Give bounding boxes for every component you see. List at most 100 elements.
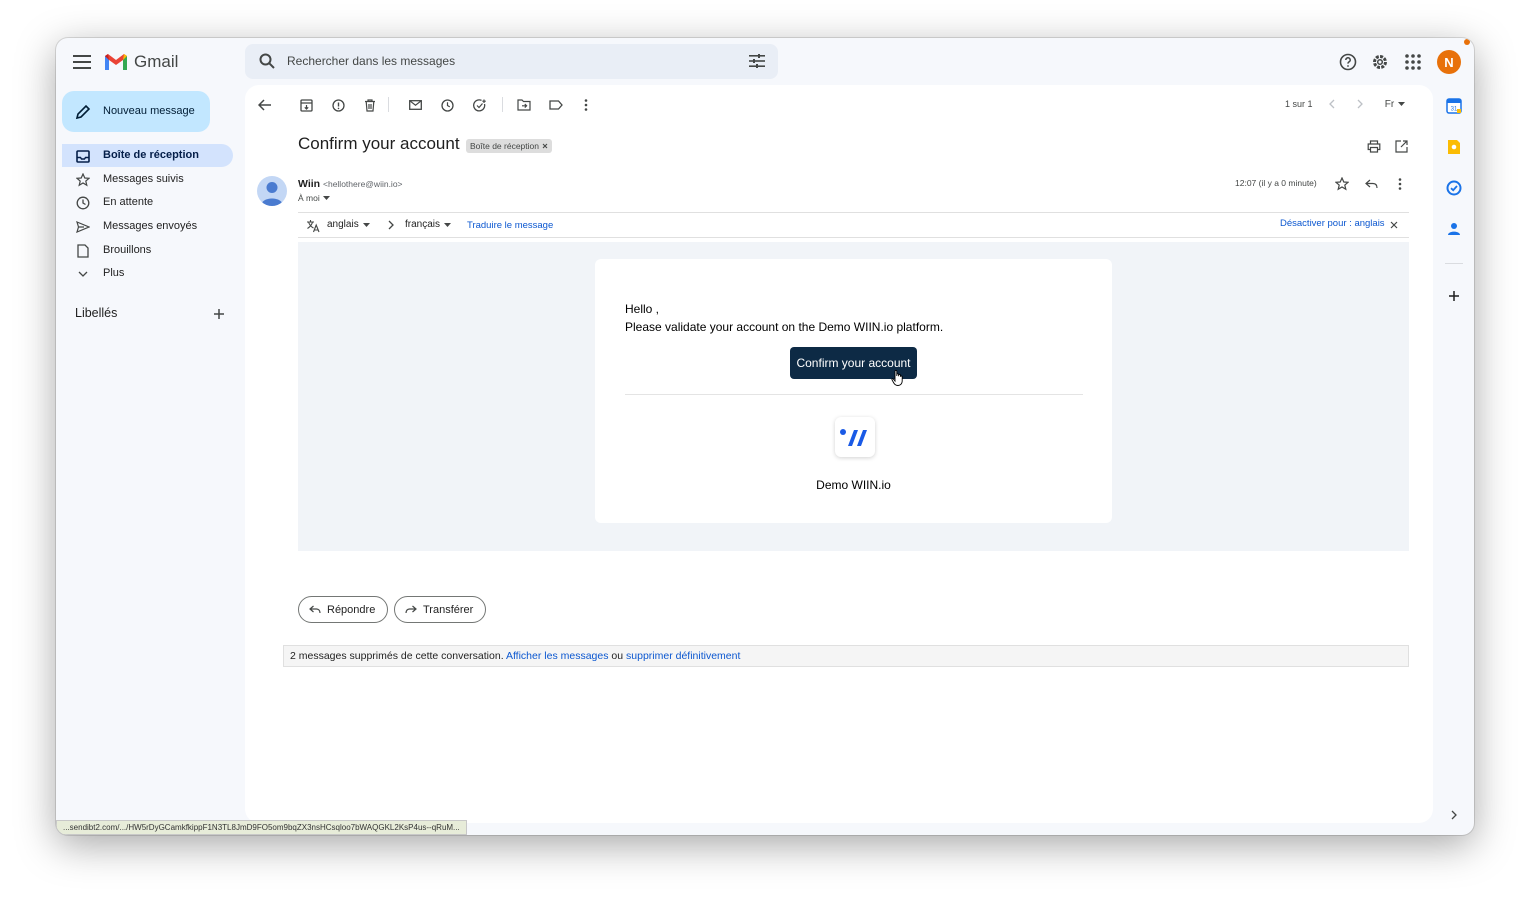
gear-icon[interactable] (1369, 51, 1391, 73)
chevron-down-icon (75, 266, 91, 282)
label-icon[interactable] (546, 95, 566, 115)
svg-text:31: 31 (1451, 107, 1458, 113)
sidebar-item-drafts[interactable]: Brouillons (62, 239, 233, 262)
print-icon[interactable] (1365, 137, 1383, 155)
notification-dot (1464, 39, 1470, 45)
inbox-label-badge[interactable]: Boîte de réception (466, 139, 552, 153)
compose-button[interactable]: Nouveau message (62, 91, 210, 132)
compose-label: Nouveau message (103, 105, 195, 117)
chevron-right-icon[interactable] (1351, 95, 1369, 113)
deleted-notice-text: 2 messages supprimés de cette conversati… (290, 650, 504, 662)
input-language-selector[interactable]: Fr (1379, 96, 1411, 112)
reply-icon[interactable] (1362, 175, 1380, 193)
sidebar-item-label: Brouillons (103, 244, 152, 256)
forward-label: Transférer (423, 603, 474, 616)
pencil-icon (74, 103, 92, 121)
email-divider (625, 394, 1083, 395)
move-to-icon[interactable] (514, 95, 534, 115)
keep-icon[interactable] (1444, 137, 1464, 157)
tasks-icon[interactable] (1444, 178, 1464, 198)
send-icon (75, 219, 91, 235)
wiin-logo-icon (835, 417, 875, 457)
badge-label: Boîte de réception (470, 141, 539, 151)
translate-icon (305, 218, 321, 234)
main-menu-icon[interactable] (70, 50, 94, 74)
more-vert-icon[interactable] (576, 95, 596, 115)
email-greeting: Hello , (625, 302, 660, 316)
translate-message-link[interactable]: Traduire le message (467, 220, 553, 231)
gmail-wordmark[interactable]: Gmail (134, 50, 178, 74)
caret-down-icon (1398, 102, 1406, 106)
archive-icon[interactable] (296, 95, 316, 115)
pager-count: 1 sur 1 (1285, 99, 1313, 109)
expand-side-panel-icon[interactable] (1444, 805, 1464, 825)
sidebar-item-label: Boîte de réception (103, 149, 199, 161)
source-language-select[interactable]: anglais (327, 219, 370, 230)
deleted-notice-or: ou (611, 650, 624, 662)
star-icon (75, 172, 91, 188)
target-language-select[interactable]: français (405, 219, 452, 230)
sidebar-item-snoozed[interactable]: En attente (62, 191, 233, 214)
search-bar[interactable]: Rechercher dans les messages (245, 44, 778, 79)
message-panel: 1 sur 1 Fr Confirm your account Boîte de… (245, 85, 1433, 823)
chevron-left-icon[interactable] (1323, 95, 1341, 113)
recipient-details[interactable]: À moi (298, 193, 330, 203)
add-task-icon[interactable] (470, 95, 490, 115)
help-icon[interactable] (1337, 51, 1359, 73)
show-messages-link[interactable]: Afficher les messages (506, 650, 609, 662)
forward-button[interactable]: Transférer (394, 596, 487, 623)
sidebar-item-label: En attente (103, 196, 154, 208)
search-input[interactable]: Rechercher dans les messages (287, 54, 455, 68)
draft-icon (75, 243, 91, 259)
sender-name: Wiin (298, 178, 321, 190)
delete-forever-link[interactable]: supprimer définitivement (626, 650, 740, 662)
remove-label-icon[interactable] (542, 143, 548, 149)
calendar-icon[interactable]: 31 (1444, 96, 1464, 116)
sender-avatar[interactable] (257, 176, 287, 206)
sender-line[interactable]: Wiin <hellothere@wiin.io> (298, 178, 403, 190)
email-card: Hello , Please validate your account on … (595, 259, 1112, 523)
star-message-icon[interactable] (1333, 175, 1351, 193)
deleted-messages-notice: 2 messages supprimés de cette conversati… (283, 645, 1409, 667)
message-more-icon[interactable] (1391, 175, 1409, 193)
mouse-pointer-icon (891, 369, 905, 387)
add-label-icon[interactable] (211, 306, 227, 322)
account-avatar[interactable]: N (1437, 50, 1461, 74)
language-label: Fr (1384, 98, 1395, 110)
mark-unread-icon[interactable] (405, 95, 425, 115)
contacts-icon[interactable] (1444, 219, 1464, 239)
reply-label: Répondre (327, 603, 376, 616)
google-apps-icon[interactable] (1402, 51, 1424, 73)
caret-down-icon (444, 222, 452, 227)
rail-divider (1445, 263, 1463, 264)
inbox-icon (75, 148, 91, 164)
message-subject: Confirm your account (298, 134, 460, 153)
search-icon[interactable] (257, 51, 277, 71)
snooze-clock-icon[interactable] (437, 95, 457, 115)
forward-arrow-icon (405, 605, 417, 614)
gmail-logo-icon[interactable] (104, 51, 128, 73)
sidebar-item-sent[interactable]: Messages envoyés (62, 215, 233, 238)
message-timestamp: 12:07 (il y a 0 minute) (1235, 178, 1317, 188)
sidebar-item-more[interactable]: Plus (62, 262, 233, 285)
reply-button[interactable]: Répondre (298, 596, 389, 623)
report-spam-icon[interactable] (328, 95, 348, 115)
open-in-new-window-icon[interactable] (1392, 137, 1410, 155)
delete-icon[interactable] (360, 95, 380, 115)
back-arrow-icon[interactable] (255, 95, 275, 115)
toolbar-divider (388, 97, 389, 112)
close-icon[interactable] (1388, 219, 1400, 231)
caret-down-icon (322, 196, 330, 200)
clock-icon (75, 195, 91, 211)
reply-arrow-icon (309, 605, 321, 614)
get-addons-icon[interactable] (1444, 286, 1464, 306)
sidebar-item-starred[interactable]: Messages suivis (62, 168, 233, 191)
search-options-icon[interactable] (748, 52, 766, 70)
translate-bar: anglais français Traduire le message Dés… (298, 212, 1409, 238)
recipient-label: À moi (298, 193, 320, 203)
brand-name: Demo WIIN.io (816, 478, 891, 492)
sidebar-item-inbox[interactable]: Boîte de réception (62, 144, 233, 167)
toolbar-divider (502, 97, 503, 112)
disable-translation-link[interactable]: Désactiver pour : anglais (1280, 218, 1385, 229)
gmail-window: Gmail Rechercher dans les messages N Nou… (56, 38, 1474, 835)
